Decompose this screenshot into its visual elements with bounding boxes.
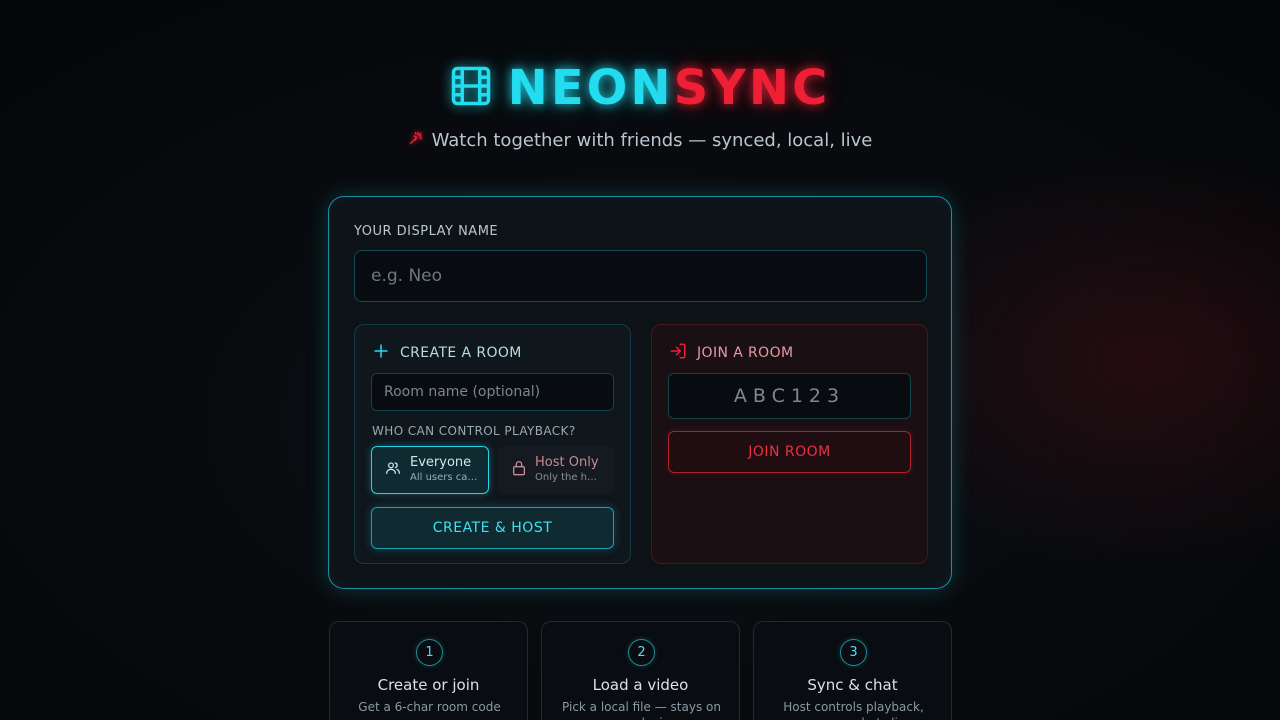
users-icon xyxy=(385,460,401,480)
step-description: Host controls playback, everyone chats l… xyxy=(783,700,924,720)
plus-icon xyxy=(372,342,390,364)
step-title: Load a video xyxy=(592,676,689,694)
option-host-only[interactable]: Host Only Only the hos... xyxy=(498,446,614,494)
room-name-input[interactable] xyxy=(371,373,614,411)
lobby-card: YOUR DISPLAY NAME CREATE A ROOM WHO CAN … xyxy=(328,196,952,589)
step-number: 1 xyxy=(416,639,443,666)
brand-logo: NEONSYNC xyxy=(0,60,1280,116)
brand-title-neon: NEON xyxy=(507,60,674,116)
step-description: Get a 6-char room code xyxy=(358,700,501,714)
step-card-3: 3 Sync & chat Host controls playback, ev… xyxy=(753,621,952,720)
playback-control-label: WHO CAN CONTROL PLAYBACK? xyxy=(372,424,576,438)
create-room-panel: CREATE A ROOM WHO CAN CONTROL PLAYBACK? … xyxy=(354,324,631,564)
film-icon xyxy=(450,65,492,111)
lock-icon xyxy=(512,460,526,480)
step-number: 2 xyxy=(628,639,655,666)
option-everyone[interactable]: Everyone All users can... xyxy=(371,446,489,494)
step-card-1: 1 Create or join Get a 6-char room code xyxy=(329,621,528,720)
tagline-text: Watch together with friends — synced, lo… xyxy=(431,130,873,151)
brand-title-sync: SYNC xyxy=(673,60,831,116)
join-room-button[interactable]: JOIN ROOM xyxy=(668,431,911,473)
step-title: Create or join xyxy=(377,676,480,694)
step-description: Pick a local file — stays on your device xyxy=(562,700,721,720)
tagline: Watch together with friends — synced, lo… xyxy=(0,130,1280,151)
option-everyone-title: Everyone xyxy=(410,455,472,470)
option-host-only-title: Host Only xyxy=(535,455,599,470)
create-host-button[interactable]: CREATE & HOST xyxy=(371,507,614,549)
option-everyone-subtitle: All users can... xyxy=(410,472,478,483)
step-card-2: 2 Load a video Pick a local file — stays… xyxy=(541,621,740,720)
step-number: 3 xyxy=(840,639,867,666)
sparkle-icon xyxy=(408,130,424,151)
brand-title: NEONSYNC xyxy=(508,60,831,116)
join-room-heading: JOIN A ROOM xyxy=(669,342,793,364)
room-code-input[interactable] xyxy=(668,373,911,419)
log-in-icon xyxy=(669,342,687,364)
option-host-only-subtitle: Only the hos... xyxy=(535,472,603,483)
display-name-input[interactable] xyxy=(354,250,927,302)
display-name-label: YOUR DISPLAY NAME xyxy=(354,224,499,239)
create-room-heading: CREATE A ROOM xyxy=(372,342,522,364)
step-title: Sync & chat xyxy=(807,676,898,694)
join-room-panel: JOIN A ROOM JOIN ROOM xyxy=(651,324,928,564)
join-room-heading-text: JOIN A ROOM xyxy=(697,345,794,361)
create-room-heading-text: CREATE A ROOM xyxy=(400,345,522,361)
